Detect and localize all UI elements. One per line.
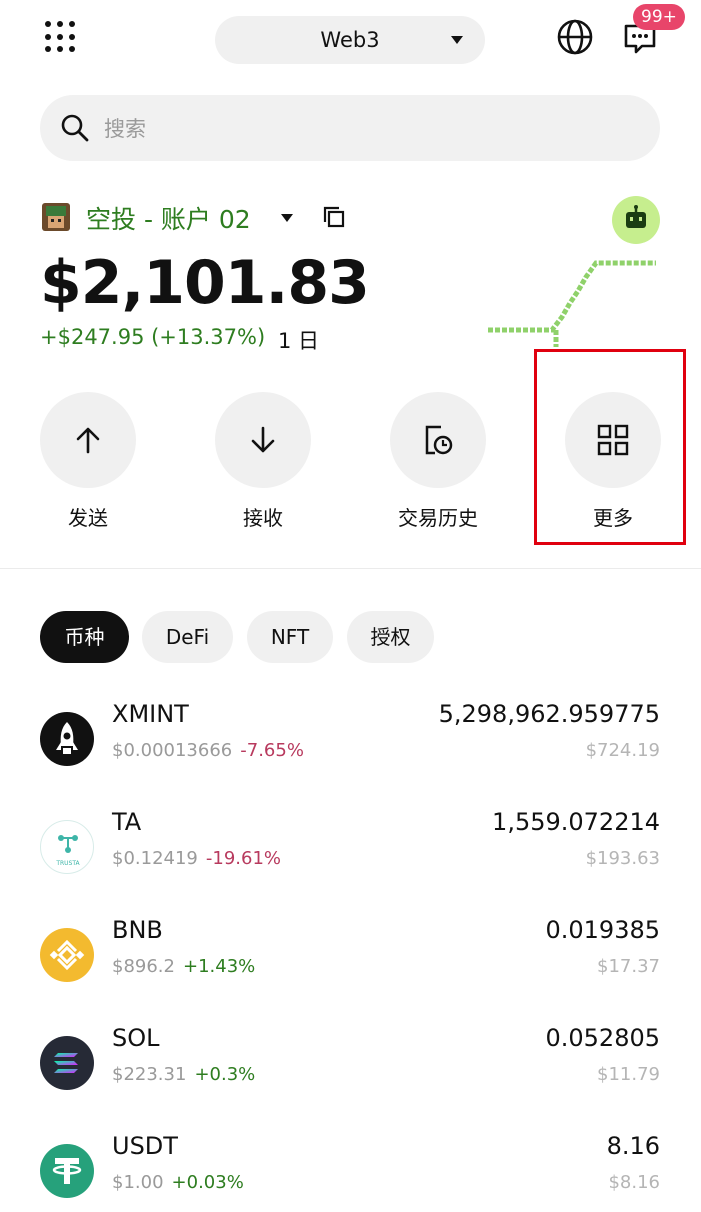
tab-defi[interactable]: DeFi bbox=[142, 611, 233, 663]
tab-approvals[interactable]: 授权 bbox=[347, 611, 434, 663]
send-action[interactable]: 发送 bbox=[40, 392, 136, 531]
token-price-line: $0.12419 -19.61% bbox=[112, 848, 281, 869]
token-amount: 8.16 bbox=[606, 1132, 660, 1160]
avatar bbox=[40, 201, 72, 233]
token-price: $223.31 bbox=[112, 1064, 187, 1085]
history-action[interactable]: 交易历史 bbox=[390, 392, 486, 531]
account-chevron-down-icon[interactable] bbox=[281, 214, 293, 222]
network-label: Web3 bbox=[320, 28, 380, 52]
tab-tokens[interactable]: 币种 bbox=[40, 611, 129, 663]
token-price: $896.2 bbox=[112, 956, 175, 977]
copy-icon[interactable] bbox=[322, 205, 346, 229]
balance-sparkline bbox=[488, 260, 656, 347]
robot-icon bbox=[626, 205, 646, 228]
search-input[interactable] bbox=[102, 111, 626, 147]
token-symbol: XMINT bbox=[112, 700, 189, 728]
period-selector[interactable]: 1 日 bbox=[278, 325, 319, 355]
balance-change: +$247.95 (+13.37%) bbox=[40, 325, 266, 349]
divider bbox=[0, 568, 701, 569]
globe-icon[interactable] bbox=[556, 18, 594, 56]
token-amount: 5,298,962.959775 bbox=[438, 700, 660, 728]
token-amount: 1,559.072214 bbox=[492, 808, 660, 836]
trusta-icon: TRUSTA bbox=[40, 820, 94, 874]
solana-icon bbox=[40, 1036, 94, 1090]
arrow-up-icon bbox=[40, 392, 136, 488]
token-value: $193.63 bbox=[585, 848, 660, 869]
token-value: $724.19 bbox=[585, 740, 660, 761]
search-bar[interactable] bbox=[40, 95, 660, 161]
token-symbol: TA bbox=[112, 808, 142, 836]
token-value: $11.79 bbox=[597, 1064, 660, 1085]
token-change: +0.03% bbox=[171, 1172, 244, 1193]
receive-label: 接收 bbox=[243, 506, 283, 530]
token-change: -19.61% bbox=[205, 848, 282, 869]
highlight-box bbox=[534, 349, 686, 545]
bnb-icon bbox=[40, 928, 94, 982]
token-change: +1.43% bbox=[182, 956, 256, 977]
token-row-bnb[interactable]: BNB $896.2 +1.43% 0.019385 $17.37 bbox=[40, 916, 660, 996]
trusta-icon-text: TRUSTA bbox=[55, 860, 80, 867]
arrow-down-icon bbox=[215, 392, 311, 488]
token-price: $0.00013666 bbox=[112, 740, 233, 761]
token-symbol: BNB bbox=[112, 916, 163, 944]
bot-button[interactable] bbox=[612, 196, 660, 244]
tab-nft[interactable]: NFT bbox=[247, 611, 333, 663]
token-row-usdt[interactable]: USDT $1.00 +0.03% 8.16 $8.16 bbox=[40, 1132, 660, 1212]
token-row-sol[interactable]: SOL $223.31 +0.3% 0.052805 $11.79 bbox=[40, 1024, 660, 1104]
token-amount: 0.052805 bbox=[545, 1024, 660, 1052]
token-amount: 0.019385 bbox=[545, 916, 660, 944]
apps-grid-button[interactable] bbox=[44, 20, 78, 54]
search-icon bbox=[60, 113, 90, 147]
token-change: +0.3% bbox=[194, 1064, 256, 1085]
token-symbol: USDT bbox=[112, 1132, 178, 1160]
notification-badge: 99+ bbox=[633, 4, 685, 30]
token-value: $17.37 bbox=[597, 956, 660, 977]
account-name[interactable]: 空投 - 账户 02 bbox=[86, 200, 251, 236]
token-price-line: $0.00013666 -7.65% bbox=[112, 740, 304, 761]
network-selector[interactable]: Web3 bbox=[215, 16, 485, 64]
rocket-icon bbox=[40, 712, 94, 766]
receive-action[interactable]: 接收 bbox=[215, 392, 311, 531]
history-label: 交易历史 bbox=[398, 506, 478, 530]
token-row-ta[interactable]: TRUSTA TA $0.12419 -19.61% 1,559.072214 $… bbox=[40, 808, 660, 888]
token-price: $1.00 bbox=[112, 1172, 164, 1193]
token-symbol: SOL bbox=[112, 1024, 160, 1052]
chevron-down-icon bbox=[451, 36, 463, 44]
history-icon bbox=[390, 392, 486, 488]
token-price-line: $896.2 +1.43% bbox=[112, 956, 255, 977]
token-price-line: $223.31 +0.3% bbox=[112, 1064, 255, 1085]
token-change: -7.65% bbox=[240, 740, 304, 761]
token-price: $0.12419 bbox=[112, 848, 198, 869]
send-label: 发送 bbox=[68, 506, 108, 530]
token-value: $8.16 bbox=[608, 1172, 660, 1193]
token-price-line: $1.00 +0.03% bbox=[112, 1172, 244, 1193]
tether-icon bbox=[40, 1144, 94, 1198]
token-row-xmint[interactable]: XMINT $0.00013666 -7.65% 5,298,962.959775… bbox=[40, 700, 660, 780]
total-balance: $2,101.83 bbox=[40, 248, 370, 318]
